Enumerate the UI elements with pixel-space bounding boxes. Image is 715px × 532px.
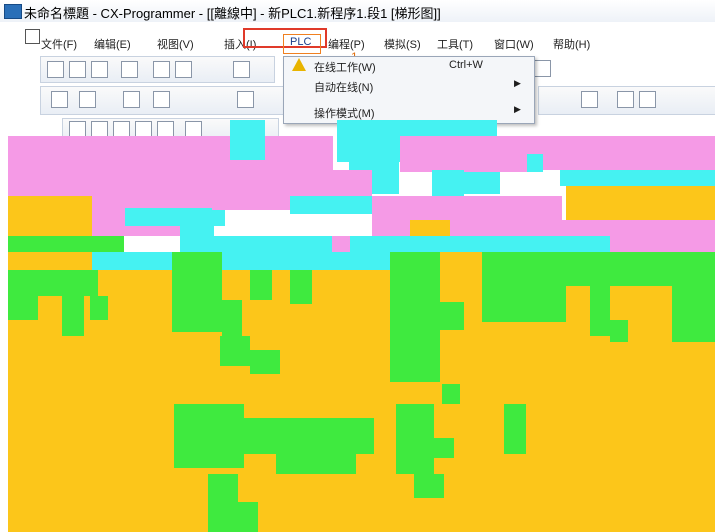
menu-edit[interactable]: 编辑(E) [94,36,131,52]
preview-icon[interactable] [175,61,192,78]
menu-help[interactable]: 帮助(H) [553,36,590,52]
contact-icon[interactable] [581,91,598,108]
ladder-toolbar [538,86,715,115]
submenu-arrow-icon: ▶ [514,104,521,114]
title-bar: 未命名標題 - CX-Programmer - [[離線中] - 新PLC1.新… [0,0,715,22]
find-icon[interactable] [51,91,68,108]
context-help-icon[interactable] [534,60,551,77]
menu-program[interactable]: 编程(P) [328,36,365,52]
menu-window[interactable]: 窗口(W) [494,36,534,52]
menu-simulate[interactable]: 模拟(S) [384,36,421,52]
open-folder-icon[interactable] [69,61,86,78]
document-icon[interactable] [25,29,40,44]
symbol-icon[interactable] [153,91,170,108]
window-title: 未命名標題 - CX-Programmer - [[離線中] - 新PLC1.新… [24,6,441,21]
replace-icon[interactable] [79,91,96,108]
print-icon[interactable] [153,61,170,78]
menu-item-work-online[interactable]: 在线工作(W) Ctrl+W [284,57,534,75]
save-icon[interactable] [91,61,108,78]
app-icon [4,4,22,19]
plc-menu-outline [283,34,321,54]
menu-file[interactable]: 文件(F) [41,36,77,52]
coil-icon[interactable] [617,91,634,108]
submenu-arrow-icon: ▶ [514,78,521,88]
address-icon[interactable] [123,91,140,108]
compile-icon[interactable] [237,91,254,108]
new-file-icon[interactable] [47,61,64,78]
menu-tools[interactable]: 工具(T) [437,36,473,52]
menu-item-operating-mode[interactable]: 操作模式(M) ▶ [284,103,534,121]
plc-dropdown-menu: 在线工作(W) Ctrl+W 自动在线(N) ▶ 操作模式(M) ▶ [283,56,535,124]
paste-icon[interactable] [233,61,250,78]
menu-view[interactable]: 视图(V) [157,36,194,52]
print-preview-icon[interactable] [121,61,138,78]
menu-item-auto-online[interactable]: 自动在线(N) ▶ [284,77,534,95]
instruction-icon[interactable] [639,91,656,108]
standard-toolbar [40,56,275,83]
warning-icon [292,58,306,71]
edit-toolbar [40,86,287,115]
